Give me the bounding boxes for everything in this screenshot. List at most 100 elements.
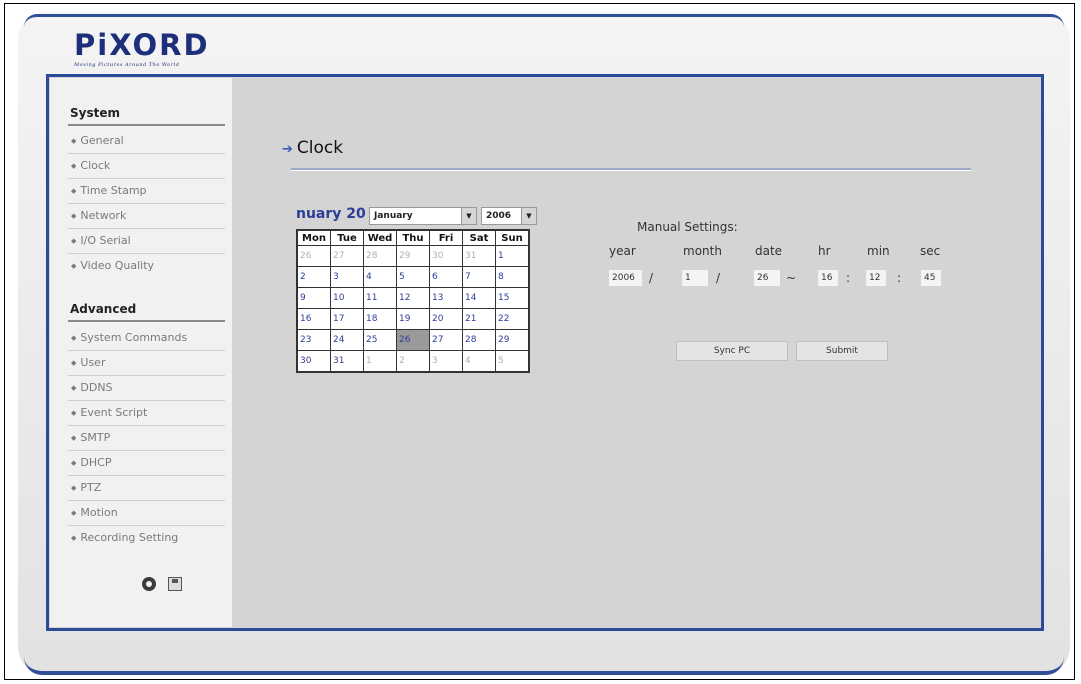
calendar-day[interactable]: 21 (462, 308, 496, 330)
calendar-day[interactable]: 11 (363, 287, 397, 309)
save-icon[interactable] (168, 577, 182, 591)
sidebar-item-video-quality[interactable]: ◆ Video Quality (68, 254, 225, 279)
sidebar-item-io-serial[interactable]: ◆ I/O Serial (68, 229, 225, 254)
sidebar-item-label: Time Stamp (80, 184, 147, 197)
minute-field[interactable]: 12 (866, 270, 886, 286)
calendar-day[interactable]: 3 (429, 350, 463, 373)
sidebar-section-system: System (70, 106, 120, 120)
month-select-value: January (374, 211, 413, 221)
sidebar-item-dhcp[interactable]: ◆ DHCP (68, 451, 225, 476)
calendar-day[interactable]: 14 (462, 287, 496, 309)
calendar-day[interactable]: 31 (330, 350, 364, 373)
calendar-day[interactable]: 8 (495, 266, 530, 288)
calendar-day[interactable]: 31 (462, 245, 496, 267)
sidebar-item-network[interactable]: ◆ Network (68, 204, 225, 229)
calendar-day[interactable]: 23 (296, 329, 331, 351)
calendar-day-selected[interactable]: 26 (396, 329, 430, 351)
sidebar-item-smtp[interactable]: ◆ SMTP (68, 426, 225, 451)
calendar: nuary 20 January ▼ 2006 ▼ Mon Tue Wed Thu … (296, 206, 545, 419)
calendar-day[interactable]: 20 (429, 308, 463, 330)
calendar-day[interactable]: 13 (429, 287, 463, 309)
bullet-icon: ◆ (71, 484, 77, 492)
calendar-day[interactable]: 16 (296, 308, 331, 330)
second-field[interactable]: 45 (921, 270, 941, 286)
calendar-day[interactable]: 5 (396, 266, 430, 288)
year-select[interactable]: 2006 ▼ (481, 207, 537, 225)
calendar-week: 30 31 1 2 3 4 5 (296, 350, 530, 373)
calendar-day[interactable]: 29 (396, 245, 430, 267)
calendar-day[interactable]: 25 (363, 329, 397, 351)
calendar-day[interactable]: 1 (363, 350, 397, 373)
calendar-header-text: nuary 20 (296, 206, 366, 222)
calendar-day[interactable]: 4 (363, 266, 397, 288)
calendar-day[interactable]: 30 (429, 245, 463, 267)
logo-tagline: Moving Pictures Around The World (74, 62, 180, 68)
calendar-day[interactable]: 29 (495, 329, 530, 351)
hour-header: hr (818, 244, 831, 258)
logo-text: PiXORD (74, 28, 210, 62)
date-header: date (755, 244, 783, 258)
calendar-day[interactable]: 9 (296, 287, 331, 309)
calendar-day[interactable]: 10 (330, 287, 364, 309)
day-header: Tue (330, 229, 364, 246)
calendar-day[interactable]: 15 (495, 287, 530, 309)
year-field[interactable]: 2006 (609, 270, 642, 286)
calendar-day[interactable]: 28 (462, 329, 496, 351)
calendar-day[interactable]: 26 (296, 245, 331, 267)
bullet-icon: ◆ (71, 162, 77, 170)
sidebar-item-label: Motion (80, 506, 118, 519)
calendar-day-headers: Mon Tue Wed Thu Fri Sat Sun (296, 229, 530, 246)
bullet-icon: ◆ (71, 459, 77, 467)
sidebar-item-label: System Commands (80, 331, 188, 344)
calendar-day[interactable]: 17 (330, 308, 364, 330)
sidebar-item-general[interactable]: ◆ General (68, 129, 225, 154)
calendar-day[interactable]: 12 (396, 287, 430, 309)
bullet-icon: ◆ (71, 534, 77, 542)
calendar-day[interactable]: 1 (495, 245, 530, 267)
submit-button[interactable]: Submit (796, 341, 888, 361)
calendar-day[interactable]: 22 (495, 308, 530, 330)
sidebar-item-ptz[interactable]: ◆ PTZ (68, 476, 225, 501)
day-header: Mon (296, 229, 331, 246)
day-header: Thu (396, 229, 430, 246)
page-title: ➔ Clock (282, 138, 343, 158)
sync-pc-button[interactable]: Sync PC (676, 341, 788, 361)
calendar-day[interactable]: 19 (396, 308, 430, 330)
date-field[interactable]: 26 (754, 270, 780, 286)
bullet-icon: ◆ (71, 212, 77, 220)
calendar-day[interactable]: 5 (495, 350, 530, 373)
bullet-icon: ◆ (71, 237, 77, 245)
calendar-day[interactable]: 30 (296, 350, 331, 373)
month-field[interactable]: 1 (682, 270, 708, 286)
calendar-day[interactable]: 24 (330, 329, 364, 351)
sidebar-item-event-script[interactable]: ◆ Event Script (68, 401, 225, 426)
calendar-day[interactable]: 28 (363, 245, 397, 267)
calendar-day[interactable]: 3 (330, 266, 364, 288)
refresh-icon[interactable] (142, 577, 156, 591)
sidebar-item-recording-setting[interactable]: ◆ Recording Setting (68, 526, 225, 551)
calendar-day[interactable]: 27 (330, 245, 364, 267)
sidebar-item-clock[interactable]: ◆ Clock (68, 154, 225, 179)
sidebar-item-system-commands[interactable]: ◆ System Commands (68, 326, 225, 351)
month-select[interactable]: January ▼ (369, 207, 477, 225)
calendar-day[interactable]: 4 (462, 350, 496, 373)
sidebar-item-motion[interactable]: ◆ Motion (68, 501, 225, 526)
sidebar-divider (68, 124, 225, 126)
calendar-day[interactable]: 2 (296, 266, 331, 288)
sidebar-item-time-stamp[interactable]: ◆ Time Stamp (68, 179, 225, 204)
day-header: Fri (429, 229, 463, 246)
calendar-day[interactable]: 27 (429, 329, 463, 351)
hour-field[interactable]: 16 (818, 270, 838, 286)
calendar-day[interactable]: 6 (429, 266, 463, 288)
sidebar-item-user[interactable]: ◆ User (68, 351, 225, 376)
bullet-icon: ◆ (71, 334, 77, 342)
sidebar-item-ddns[interactable]: ◆ DDNS (68, 376, 225, 401)
sidebar-item-label: General (80, 134, 124, 147)
calendar-day[interactable]: 7 (462, 266, 496, 288)
calendar-day[interactable]: 18 (363, 308, 397, 330)
date-time-separator: ~ (786, 271, 797, 285)
arrow-icon: ➔ (282, 142, 293, 157)
day-header: Sat (462, 229, 496, 246)
calendar-day[interactable]: 2 (396, 350, 430, 373)
sidebar-item-label: PTZ (80, 481, 102, 494)
